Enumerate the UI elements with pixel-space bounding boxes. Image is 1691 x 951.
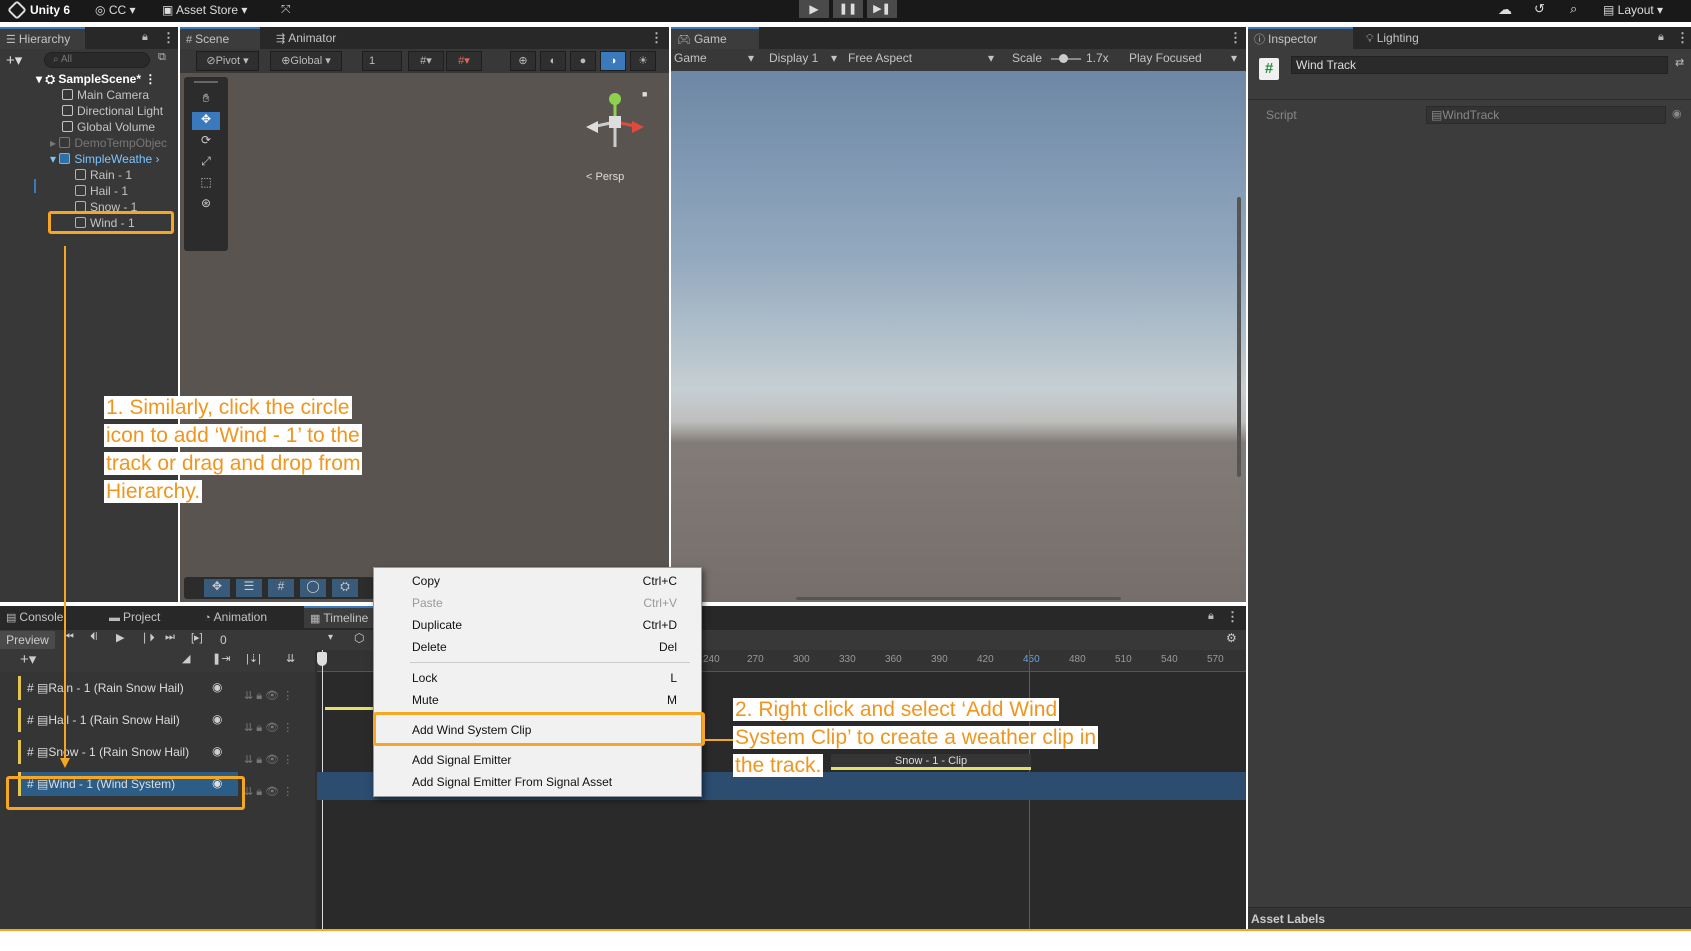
annotation-line: track or drag and drop from xyxy=(104,452,363,475)
annotation-line: 1. Similarly, click the circle xyxy=(104,396,352,419)
annotation-line: icon to add ‘Wind - 1’ to the xyxy=(104,424,362,447)
bottom-border xyxy=(0,929,1691,931)
annotation-line: the track. xyxy=(733,754,824,777)
annotation-line: Hierarchy. xyxy=(104,480,203,503)
annotation-line: 2. Right click and select ‘Add Wind xyxy=(733,698,1060,721)
annotation-step-2: 2. Right click and select ‘Add Wind Syst… xyxy=(733,696,1153,780)
annotation-step-1: 1. Similarly, click the circle icon to a… xyxy=(104,394,394,506)
annotation-line: System Clip’ to create a weather clip in xyxy=(733,726,1099,749)
